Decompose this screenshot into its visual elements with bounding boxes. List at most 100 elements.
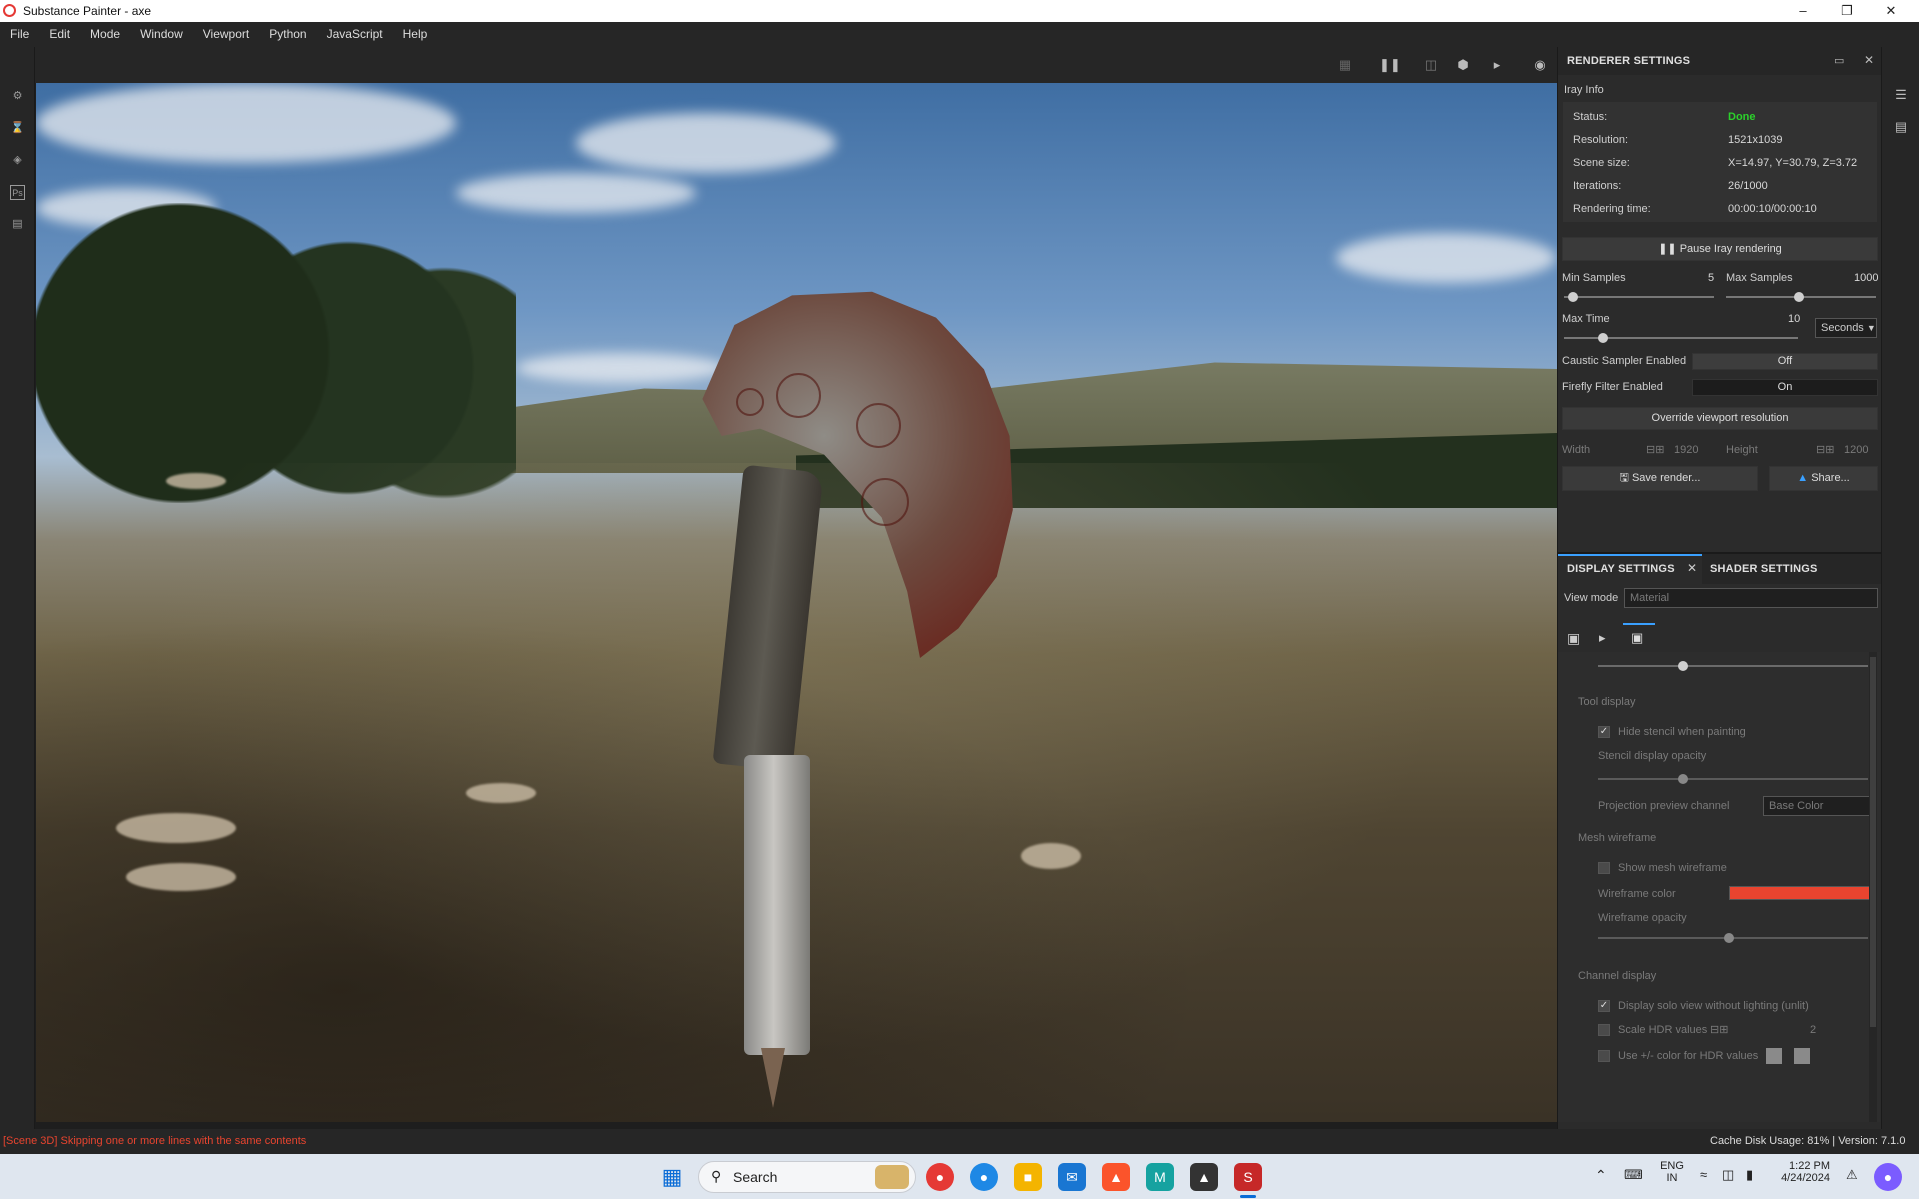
scale-hdr-checkbox[interactable] bbox=[1598, 1024, 1610, 1036]
cloud bbox=[36, 83, 456, 163]
tab-display-label: DISPLAY SETTINGS bbox=[1567, 563, 1675, 575]
menu-help[interactable]: Help bbox=[393, 22, 438, 47]
split-view-icon[interactable]: ◫ bbox=[1421, 55, 1441, 75]
tab-shader-settings[interactable]: SHADER SETTINGS bbox=[1710, 563, 1818, 575]
width-value[interactable]: 1920 bbox=[1674, 444, 1698, 456]
substance-designer-icon[interactable]: ▲ bbox=[1190, 1163, 1218, 1191]
firefly-toggle[interactable]: On bbox=[1692, 379, 1878, 396]
wireframe-color-swatch[interactable] bbox=[1729, 886, 1873, 900]
camera-tab-icon[interactable]: ▸ bbox=[1599, 630, 1606, 646]
minimize-icon[interactable]: – bbox=[1781, 0, 1825, 22]
width-stepper-icons[interactable]: ⊟⊞ bbox=[1646, 443, 1664, 456]
image-tab-icon[interactable]: ▣ bbox=[1567, 630, 1580, 647]
close-tab-icon[interactable]: ✕ bbox=[1687, 561, 1697, 575]
undock-icon[interactable]: ▭ bbox=[1834, 54, 1844, 67]
menu-mode[interactable]: Mode bbox=[80, 22, 130, 47]
menu-file[interactable]: File bbox=[0, 22, 39, 47]
max-samples-value[interactable]: 1000 bbox=[1854, 272, 1878, 284]
language-indicator[interactable]: ENG IN bbox=[1658, 1160, 1686, 1184]
caustic-toggle[interactable]: Off bbox=[1692, 353, 1878, 370]
display-settings-scroll[interactable]: Tool display ✓ Hide stencil when paintin… bbox=[1558, 652, 1880, 1122]
use-color-hdr-label: Use +/- color for HDR values bbox=[1618, 1050, 1759, 1062]
solo-view-label: Display solo view without lighting (unli… bbox=[1618, 1000, 1809, 1012]
camera-video-icon[interactable]: ▸ bbox=[1487, 55, 1507, 75]
view-mode-dropdown[interactable]: Material bbox=[1624, 588, 1878, 608]
menu-edit[interactable]: Edit bbox=[39, 22, 80, 47]
projection-dropdown[interactable]: Base Color bbox=[1763, 796, 1873, 816]
wireframe-opacity-slider[interactable] bbox=[1598, 933, 1868, 943]
save-render-label: Save render... bbox=[1631, 472, 1701, 484]
mail-icon[interactable]: ✉ bbox=[1058, 1163, 1086, 1191]
max-samples-slider[interactable] bbox=[1726, 292, 1876, 302]
chevron-up-icon[interactable]: ⌃ bbox=[1595, 1167, 1607, 1184]
close-icon[interactable]: ✕ bbox=[1869, 0, 1913, 22]
height-stepper-icons[interactable]: ⊟⊞ bbox=[1816, 443, 1834, 456]
restore-icon[interactable]: ❐ bbox=[1825, 0, 1869, 22]
maya-icon[interactable]: M bbox=[1146, 1163, 1174, 1191]
chrome-icon[interactable]: ● bbox=[926, 1163, 954, 1191]
slider-knob[interactable] bbox=[1568, 292, 1578, 302]
max-time-value[interactable]: 10 bbox=[1788, 313, 1800, 325]
solo-view-checkbox[interactable]: ✓ bbox=[1598, 1000, 1610, 1012]
pause-icon[interactable]: ❚❚ bbox=[1379, 55, 1401, 75]
taskbar-search[interactable]: ⚲ Search bbox=[698, 1161, 916, 1193]
slider-knob[interactable] bbox=[1724, 933, 1734, 943]
notification-bell-icon[interactable]: ⚠ bbox=[1846, 1167, 1858, 1183]
pine-trees bbox=[36, 203, 516, 503]
share-button[interactable]: ▲ Share... bbox=[1769, 466, 1878, 491]
slider-knob[interactable] bbox=[1794, 292, 1804, 302]
use-color-hdr-checkbox[interactable] bbox=[1598, 1050, 1610, 1062]
menu-javascript[interactable]: JavaScript bbox=[317, 22, 393, 47]
settings-icon[interactable]: ⚙ bbox=[10, 89, 25, 104]
wireframe-opacity-label: Wireframe opacity bbox=[1598, 912, 1687, 924]
menu-window[interactable]: Window bbox=[130, 22, 193, 47]
pause-iray-button[interactable]: ❚❚ Pause Iray rendering bbox=[1562, 237, 1878, 261]
min-samples-value[interactable]: 5 bbox=[1708, 272, 1714, 284]
top-slider[interactable] bbox=[1598, 661, 1868, 671]
scale-hdr-value[interactable]: 2 bbox=[1810, 1024, 1816, 1036]
save-render-button[interactable]: 🖫 Save render... bbox=[1562, 466, 1758, 491]
3d-viewport[interactable] bbox=[36, 83, 1557, 1122]
menu-viewport[interactable]: Viewport bbox=[193, 22, 259, 47]
stencil-opacity-slider[interactable] bbox=[1598, 774, 1868, 784]
volume-icon[interactable]: ◫ bbox=[1722, 1167, 1734, 1183]
windows-start-icon[interactable]: ▦ bbox=[658, 1163, 686, 1191]
slider-knob[interactable] bbox=[1598, 333, 1608, 343]
close-panel-icon[interactable]: ✕ bbox=[1864, 53, 1874, 67]
positive-color-swatch[interactable] bbox=[1794, 1048, 1810, 1064]
screenshot-camera-icon[interactable]: ◉ bbox=[1530, 55, 1550, 75]
file-explorer-icon[interactable]: ■ bbox=[1014, 1163, 1042, 1191]
frame-icon[interactable]: ▦ bbox=[1335, 55, 1355, 75]
slider-knob[interactable] bbox=[1678, 661, 1688, 671]
wifi-icon[interactable]: ≈ bbox=[1700, 1167, 1707, 1182]
negative-color-swatch[interactable] bbox=[1766, 1048, 1782, 1064]
properties-icon[interactable]: ▤ bbox=[1893, 119, 1909, 135]
hide-stencil-checkbox[interactable]: ✓ bbox=[1598, 726, 1610, 738]
brave-icon[interactable]: ▲ bbox=[1102, 1163, 1130, 1191]
override-resolution-button[interactable]: Override viewport resolution bbox=[1562, 407, 1878, 430]
battery-icon[interactable]: ▮ bbox=[1746, 1167, 1753, 1183]
layers-icon[interactable]: ◈ bbox=[10, 153, 25, 168]
height-value[interactable]: 1200 bbox=[1844, 444, 1868, 456]
min-samples-slider[interactable] bbox=[1564, 292, 1714, 302]
scrollbar[interactable] bbox=[1869, 652, 1877, 1122]
photoshop-icon[interactable]: Ps bbox=[10, 185, 25, 200]
hourglass-icon[interactable]: ⌛ bbox=[10, 121, 25, 136]
max-time-slider[interactable] bbox=[1564, 333, 1798, 343]
clock[interactable]: 1:22 PM 4/24/2024 bbox=[1774, 1160, 1830, 1184]
edge-icon[interactable]: ● bbox=[970, 1163, 998, 1191]
shelf-icon[interactable]: ☰ bbox=[1893, 87, 1909, 103]
viewport-tab-icon[interactable]: ▣ bbox=[1631, 630, 1643, 646]
document-icon[interactable]: ▤ bbox=[10, 217, 25, 232]
scrollbar-thumb[interactable] bbox=[1870, 657, 1876, 1027]
slider-knob[interactable] bbox=[1678, 774, 1688, 784]
scale-hdr-stepper-icons[interactable]: ⊟⊞ bbox=[1710, 1023, 1728, 1036]
min-samples-label: Min Samples bbox=[1562, 272, 1626, 284]
menu-python[interactable]: Python bbox=[259, 22, 316, 47]
copilot-icon[interactable]: ● bbox=[1874, 1163, 1902, 1191]
show-mesh-checkbox[interactable] bbox=[1598, 862, 1610, 874]
keyboard-icon[interactable]: ⌨ bbox=[1624, 1167, 1643, 1183]
time-unit-dropdown[interactable]: Seconds ▼ bbox=[1815, 318, 1877, 338]
substance-painter-icon[interactable]: S bbox=[1234, 1163, 1262, 1191]
cube-icon[interactable]: ⬢ bbox=[1453, 55, 1473, 75]
